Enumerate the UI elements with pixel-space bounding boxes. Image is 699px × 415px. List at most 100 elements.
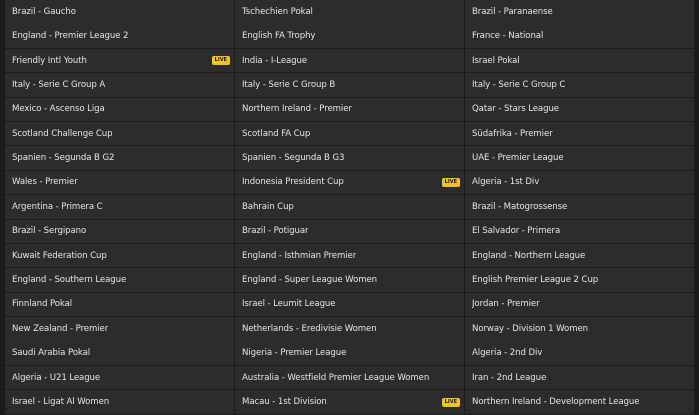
league-name: Israel Pokal — [472, 55, 520, 66]
league-name: Mexico - Ascenso Liga — [12, 104, 105, 115]
league-name: Indonesia President Cup — [242, 177, 344, 188]
league-name: Brazil - Potiguar — [242, 226, 309, 237]
league-item[interactable]: English FA Trophy — [235, 24, 464, 48]
league-name: Argentina - Primera C — [12, 201, 103, 212]
league-item[interactable]: Tschechien Pokal — [235, 0, 464, 24]
league-name: Israel - Ligat Al Women — [12, 397, 110, 407]
league-item[interactable]: Scotland Challenge Cup — [5, 121, 234, 146]
live-badge: LIVE — [441, 397, 460, 407]
league-name: England - Southern League — [12, 275, 127, 286]
league-item[interactable]: England - Northern League — [465, 243, 694, 268]
league-name: Northern Ireland - Premier — [242, 104, 352, 115]
league-item[interactable]: India - I-League — [235, 48, 464, 73]
league-item[interactable]: English Premier League 2 Cup — [465, 268, 694, 292]
league-item[interactable]: Friendly Intl Youth LIVE — [5, 48, 234, 73]
league-item[interactable]: Algeria - 2nd Div — [465, 341, 694, 365]
league-item[interactable]: Netherlands - Eredivisie Women — [235, 317, 464, 341]
league-name: Brazil - Sergipano — [12, 226, 87, 237]
league-name: Brazil - Gaucho — [12, 6, 76, 17]
league-item[interactable]: England - Isthmian Premier — [235, 243, 464, 268]
league-name: Australia - Westfield Premier League Wom… — [242, 372, 430, 383]
league-name: El Salvador - Primera — [472, 226, 561, 237]
league-name: Bahrain Cup — [242, 201, 294, 212]
league-name: UAE - Premier League — [472, 153, 564, 164]
league-item[interactable]: Algeria - U21 League — [5, 365, 234, 390]
league-name: Tschechien Pokal — [242, 6, 313, 17]
league-item[interactable]: Saudi Arabia Pokal — [5, 341, 234, 365]
league-name: Nigeria - Premier League — [242, 348, 347, 359]
league-name: English FA Trophy — [242, 31, 316, 42]
league-item[interactable]: England - Premier League 2 — [5, 24, 234, 48]
league-item[interactable]: Italy - Serie C Group B — [235, 73, 464, 97]
league-column-3: Brazil - Paranaense France - National Isra… — [465, 0, 694, 415]
league-name: England - Super League Women — [242, 275, 378, 286]
league-item[interactable]: England - Super League Women — [235, 268, 464, 292]
league-item[interactable]: Spanien - Segunda B G3 — [235, 146, 464, 170]
league-item[interactable]: Qatar - Stars League — [465, 97, 694, 122]
league-name: Israel - Leumit League — [242, 299, 336, 310]
league-item[interactable]: Nigeria - Premier League — [235, 341, 464, 365]
league-name: English Premier League 2 Cup — [472, 275, 599, 286]
league-name: Kuwait Federation Cup — [12, 250, 107, 261]
league-item[interactable]: Brazil - Potiguar — [235, 219, 464, 244]
league-item[interactable]: Südafrika - Premier — [465, 121, 694, 146]
league-item[interactable]: Mexico - Ascenso Liga — [5, 97, 234, 122]
league-name: Jordan - Premier — [472, 299, 540, 310]
league-name: Norway - Division 1 Women — [472, 323, 588, 334]
league-column-2: Tschechien Pokal English FA Trophy India -… — [235, 0, 464, 415]
league-name: France - National — [472, 31, 544, 42]
league-item[interactable]: Argentina - Primera C — [5, 195, 234, 219]
league-column-1: Brazil - Gaucho England - Premier League … — [5, 0, 234, 415]
league-name: England - Isthmian Premier — [242, 250, 357, 261]
league-item[interactable]: Wales - Premier — [5, 170, 234, 195]
league-item[interactable]: Israel - Leumit League — [235, 292, 464, 317]
league-item[interactable]: Scotland FA Cup — [235, 121, 464, 146]
league-item[interactable]: Algeria - 1st Div — [465, 170, 694, 195]
league-item[interactable]: UAE - Premier League — [465, 146, 694, 170]
league-name: Italy - Serie C Group C — [472, 79, 566, 90]
league-item[interactable]: Indonesia President Cup LIVE — [235, 170, 464, 195]
league-grid: Brazil - Gaucho England - Premier League … — [0, 0, 699, 415]
league-item[interactable]: El Salvador - Primera — [465, 219, 694, 244]
league-name: Saudi Arabia Pokal — [12, 348, 91, 359]
league-name: Qatar - Stars League — [472, 104, 559, 115]
league-item[interactable]: Brazil - Paranaense — [465, 0, 694, 24]
league-name: Iran - 2nd League — [472, 372, 547, 383]
league-item[interactable]: Brazil - Sergipano — [5, 219, 234, 244]
league-name: Südafrika - Premier — [472, 128, 553, 139]
league-item[interactable]: Northern Ireland - Premier — [235, 97, 464, 122]
league-item[interactable]: Iran - 2nd League — [465, 365, 694, 390]
league-item[interactable]: Northern Ireland - Development League — [465, 390, 694, 414]
league-name: England - Northern League — [472, 250, 586, 261]
league-name: Scotland Challenge Cup — [12, 128, 113, 139]
league-item[interactable]: Jordan - Premier — [465, 292, 694, 317]
league-item[interactable]: Kuwait Federation Cup — [5, 243, 234, 268]
league-name: England - Premier League 2 — [12, 31, 129, 42]
league-item[interactable]: Norway - Division 1 Women — [465, 317, 694, 341]
league-item[interactable]: England - Southern League — [5, 268, 234, 292]
league-name: Macau - 1st Division — [242, 397, 327, 407]
league-item[interactable]: Israel - Ligat Al Women — [5, 390, 234, 414]
league-item[interactable]: Israel Pokal — [465, 48, 694, 73]
league-item[interactable]: Finnland Pokal — [5, 292, 234, 317]
league-item[interactable]: Brazil - Matogrossense — [465, 195, 694, 219]
league-item[interactable]: Italy - Serie C Group C — [465, 73, 694, 97]
league-item[interactable]: Italy - Serie C Group A — [5, 73, 234, 97]
league-name: Algeria - 1st Div — [472, 177, 540, 188]
league-item[interactable]: France - National — [465, 24, 694, 48]
league-name: Finnland Pokal — [12, 299, 73, 310]
league-name: Algeria - 2nd Div — [472, 348, 543, 359]
league-name: Friendly Intl Youth — [12, 55, 87, 66]
league-item[interactable]: Brazil - Gaucho — [5, 0, 234, 24]
league-name: Scotland FA Cup — [242, 128, 311, 139]
league-name: Netherlands - Eredivisie Women — [242, 323, 377, 334]
league-item[interactable]: Spanien - Segunda B G2 — [5, 146, 234, 170]
league-item[interactable]: Bahrain Cup — [235, 195, 464, 219]
league-item[interactable]: New Zealand - Premier — [5, 317, 234, 341]
league-name: Spanien - Segunda B G2 — [12, 153, 115, 164]
league-item[interactable]: Australia - Westfield Premier League Wom… — [235, 365, 464, 390]
league-name: Italy - Serie C Group B — [242, 79, 336, 90]
league-name: Wales - Premier — [12, 177, 78, 188]
league-name: Italy - Serie C Group A — [12, 79, 106, 90]
league-item[interactable]: Macau - 1st Division LIVE — [235, 390, 464, 414]
